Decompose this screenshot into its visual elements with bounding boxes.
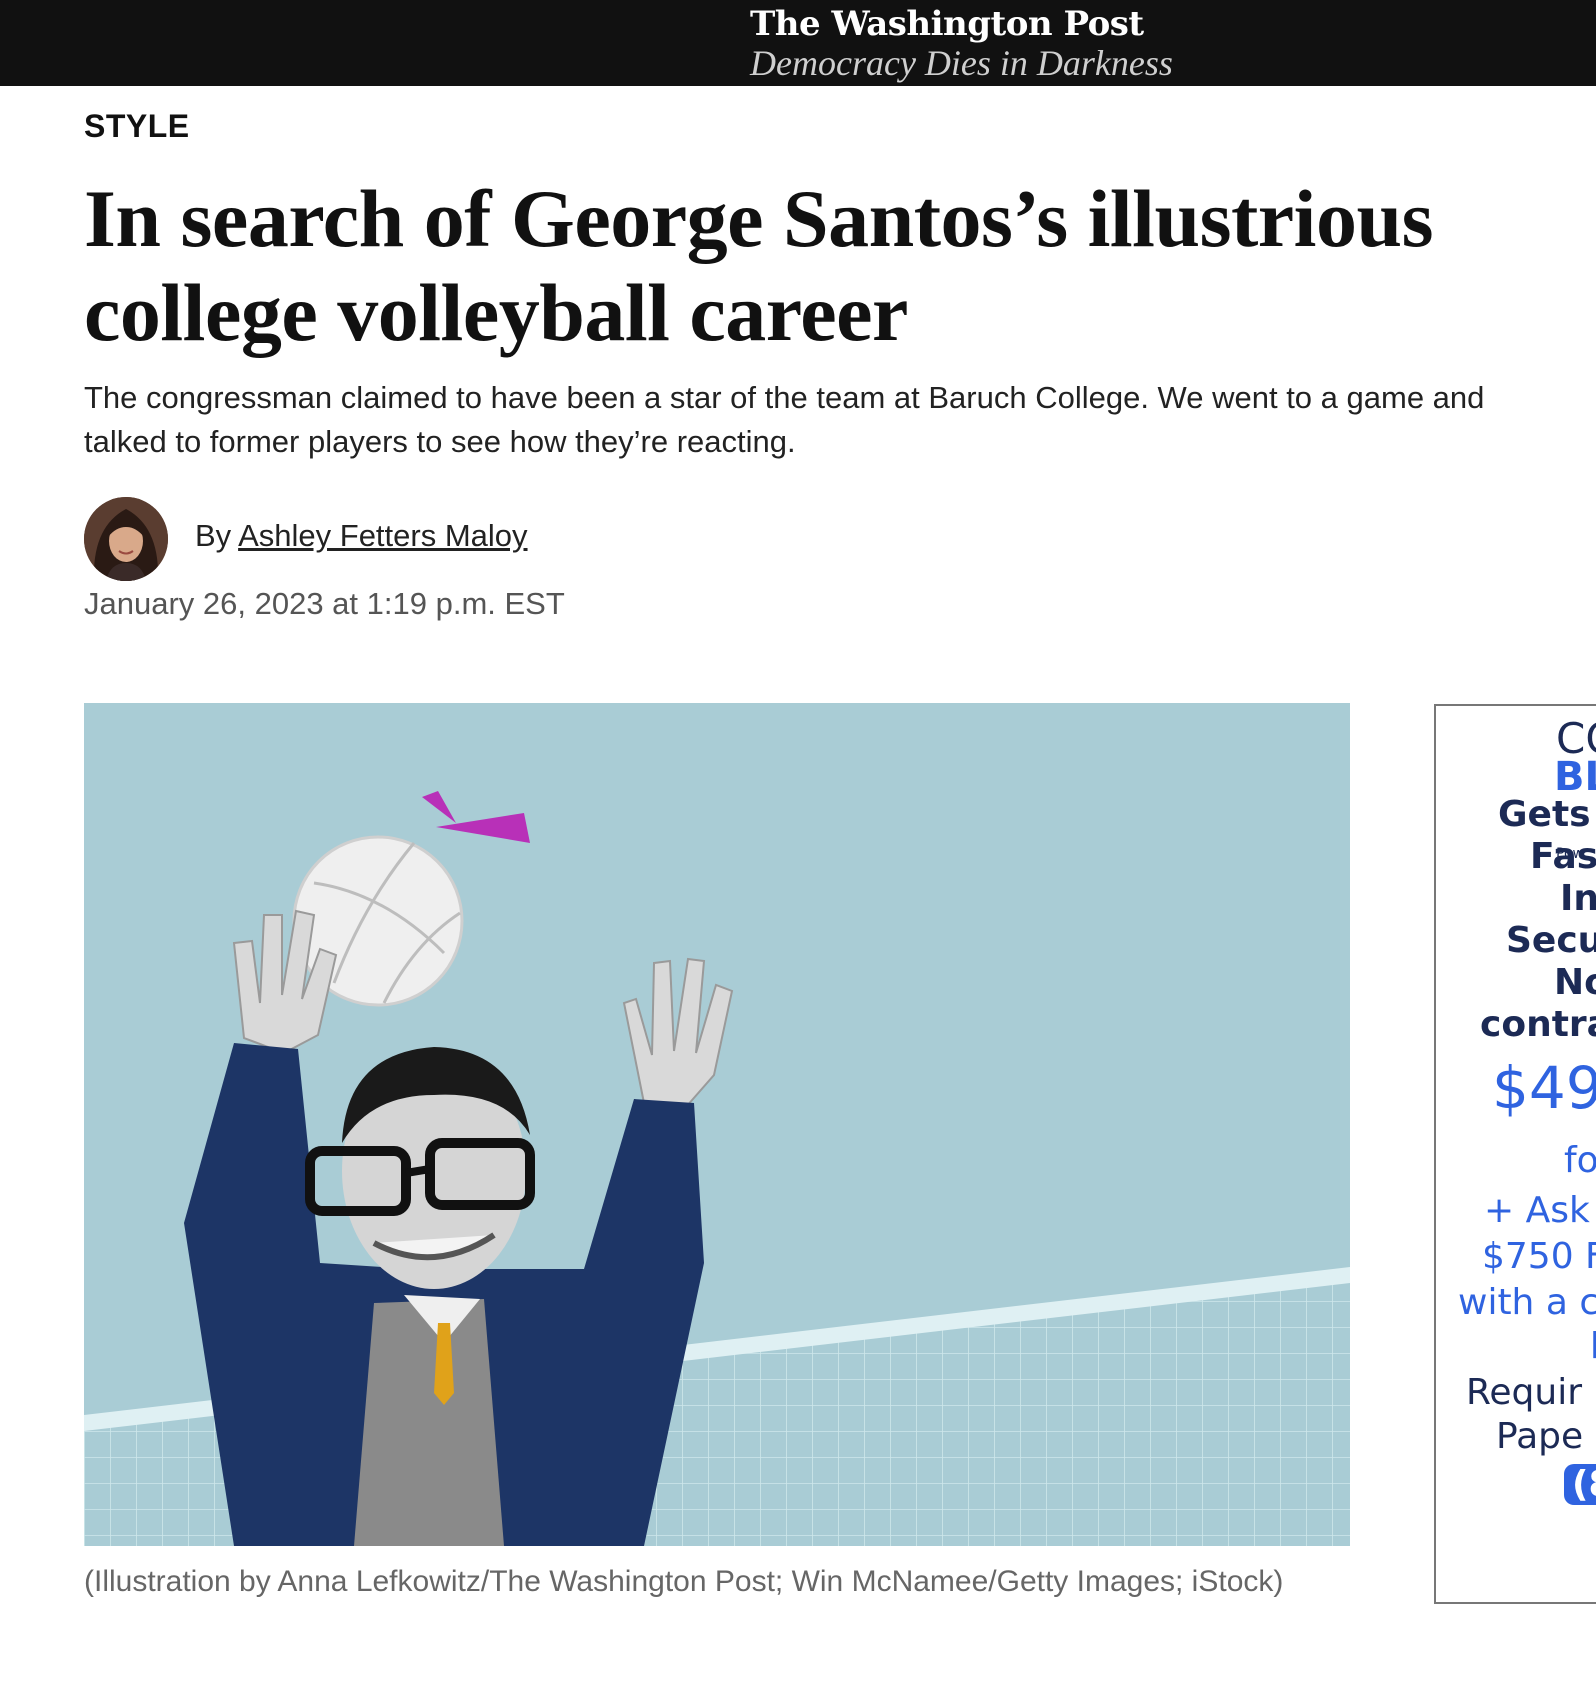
headline-line-2: college volleyball career: [84, 267, 908, 358]
hero-image: [84, 703, 1350, 1546]
publish-date: January 26, 2023 at 1:19 p.m. EST: [84, 586, 565, 621]
ad-line-8: No: [1554, 962, 1596, 1003]
ad-line-13: $750 F: [1482, 1236, 1596, 1277]
advertisement[interactable]: CO BL Gets Pow Fas In Secu No contra $49…: [1434, 704, 1596, 1604]
ad-price: $49: [1492, 1054, 1596, 1122]
section-label[interactable]: STYLE: [84, 108, 190, 145]
byline-prefix: By: [195, 518, 232, 553]
article-headline: In search of George Santos’s illustrious…: [84, 172, 1544, 360]
volleyball-illustration-icon: [84, 703, 1350, 1546]
masthead-bar: The Washington Post Democracy Dies in Da…: [0, 0, 1596, 86]
author-link[interactable]: Ashley Fetters Maloy: [238, 518, 527, 553]
ad-line-6: In: [1560, 878, 1596, 919]
ad-line-12: + Ask: [1484, 1190, 1590, 1231]
ad-line-17: Pape: [1496, 1416, 1584, 1457]
ad-line-14: with a c: [1458, 1282, 1596, 1323]
ad-line-11: fo: [1564, 1140, 1596, 1181]
ad-line-7: Secu: [1506, 920, 1596, 961]
masthead-tagline: Democracy Dies in Darkness: [750, 43, 1173, 83]
avatar-portrait-icon: [84, 497, 168, 581]
ad-line-9: contra: [1480, 1004, 1596, 1045]
article-subheadline: The congressman claimed to have been a s…: [84, 380, 1485, 459]
author-avatar[interactable]: [84, 497, 168, 581]
ad-line-15: b: [1590, 1326, 1596, 1367]
image-caption: (Illustration by Anna Lefkowitz/The Wash…: [84, 1565, 1284, 1598]
ad-line-3: Gets: [1498, 794, 1591, 835]
ad-line-16: Requir: [1466, 1372, 1583, 1413]
masthead-logo[interactable]: The Washington Post: [750, 4, 1144, 44]
byline: By Ashley Fetters Maloy: [195, 518, 528, 554]
ad-phone-button[interactable]: (8: [1564, 1464, 1596, 1505]
headline-line-1: In search of George Santos’s illustrious: [84, 173, 1433, 264]
ad-line-5: Fas: [1530, 836, 1596, 877]
